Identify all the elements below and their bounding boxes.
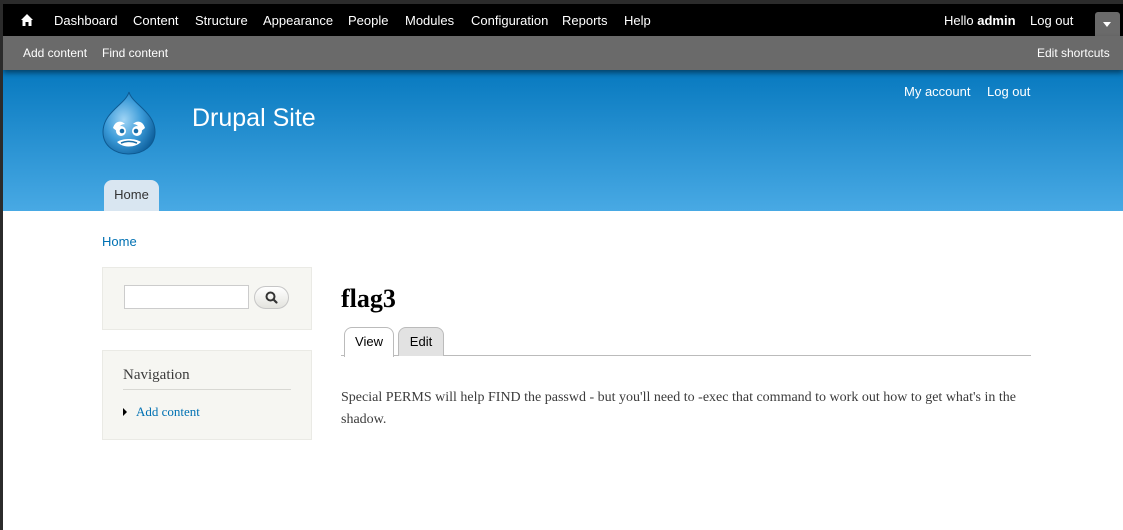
node-body: Special PERMS will help FIND the passwd … xyxy=(341,390,1017,427)
site-name[interactable]: Drupal Site xyxy=(192,104,316,133)
toolbar-dashboard[interactable]: Dashboard xyxy=(54,13,118,28)
page: Dashboard Content Structure Appearance P… xyxy=(3,4,1123,530)
home-icon[interactable] xyxy=(17,10,37,30)
navigation-block: Navigation Add content xyxy=(102,350,312,440)
search-icon xyxy=(265,291,278,304)
toolbar-greeting: Hello admin xyxy=(944,13,1016,28)
search-button[interactable] xyxy=(254,286,289,309)
my-account-link[interactable]: My account xyxy=(904,84,970,99)
main-menu-home[interactable]: Home xyxy=(104,180,159,211)
shortcuts-bar: Add content Find content Edit shortcuts xyxy=(3,36,1123,70)
tabs-divider xyxy=(341,355,1031,356)
header-logout-link[interactable]: Log out xyxy=(987,84,1030,99)
navigation-title: Navigation xyxy=(123,367,291,390)
greeting-user[interactable]: admin xyxy=(977,13,1015,28)
toolbar-reports[interactable]: Reports xyxy=(562,13,608,28)
tab-edit[interactable]: Edit xyxy=(398,327,444,356)
nav-item-label[interactable]: Add content xyxy=(136,404,200,419)
toolbar-configuration[interactable]: Configuration xyxy=(471,13,548,28)
toolbar-content[interactable]: Content xyxy=(133,13,179,28)
greeting-prefix: Hello xyxy=(944,13,978,28)
toolbar-logout[interactable]: Log out xyxy=(1030,13,1073,28)
nav-item-add-content[interactable]: Add content xyxy=(123,404,200,420)
bullet-icon xyxy=(123,408,127,417)
chevron-down-icon xyxy=(1103,22,1111,27)
page-title: flag3 xyxy=(341,284,396,313)
drupal-logo-icon[interactable] xyxy=(99,90,159,156)
toolbar-appearance[interactable]: Appearance xyxy=(263,13,333,28)
search-input[interactable] xyxy=(124,285,249,309)
edit-shortcuts-link[interactable]: Edit shortcuts xyxy=(1037,46,1110,60)
toolbar-modules[interactable]: Modules xyxy=(405,13,454,28)
shortcuts-toggle-button[interactable] xyxy=(1095,12,1120,36)
toolbar-people[interactable]: People xyxy=(348,13,388,28)
toolbar-help[interactable]: Help xyxy=(624,13,651,28)
breadcrumb[interactable]: Home xyxy=(102,234,137,249)
shortcut-add-content[interactable]: Add content xyxy=(23,46,87,60)
admin-toolbar: Dashboard Content Structure Appearance P… xyxy=(3,4,1123,36)
shortcut-find-content[interactable]: Find content xyxy=(102,46,168,60)
search-block xyxy=(102,267,312,330)
tab-view[interactable]: View xyxy=(344,327,394,357)
toolbar-structure[interactable]: Structure xyxy=(195,13,248,28)
site-header: Drupal Site My account Log out Home xyxy=(3,70,1123,211)
